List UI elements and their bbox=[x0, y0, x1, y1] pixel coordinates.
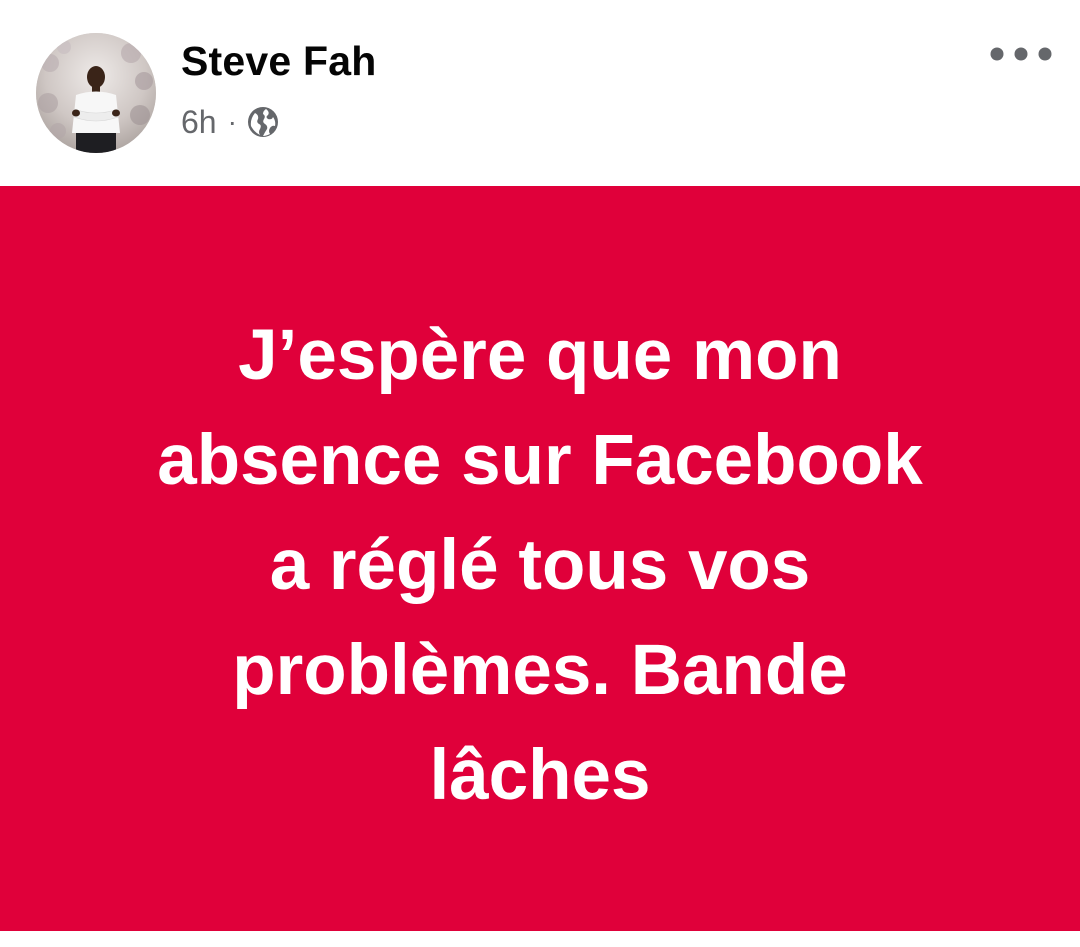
post-colored-background[interactable]: J’espère que mon absence sur Facebook a … bbox=[0, 186, 1080, 931]
meta-separator: · bbox=[227, 106, 237, 137]
author-name[interactable]: Steve Fah bbox=[181, 38, 377, 85]
author-avatar[interactable] bbox=[36, 33, 156, 153]
post-footer-space bbox=[0, 931, 1080, 947]
globe-icon[interactable] bbox=[246, 105, 280, 139]
avatar-image bbox=[36, 33, 156, 153]
more-options-button[interactable] bbox=[988, 36, 1054, 72]
post-timestamp[interactable]: 6h bbox=[181, 104, 217, 141]
facebook-post: Steve Fah 6h · J’espère que mon absence … bbox=[0, 0, 1080, 947]
post-meta: 6h · bbox=[181, 100, 280, 144]
more-options-icon bbox=[990, 47, 1052, 61]
post-text: J’espère que mon absence sur Facebook a … bbox=[157, 316, 923, 815]
post-header: Steve Fah 6h · bbox=[0, 0, 1080, 186]
